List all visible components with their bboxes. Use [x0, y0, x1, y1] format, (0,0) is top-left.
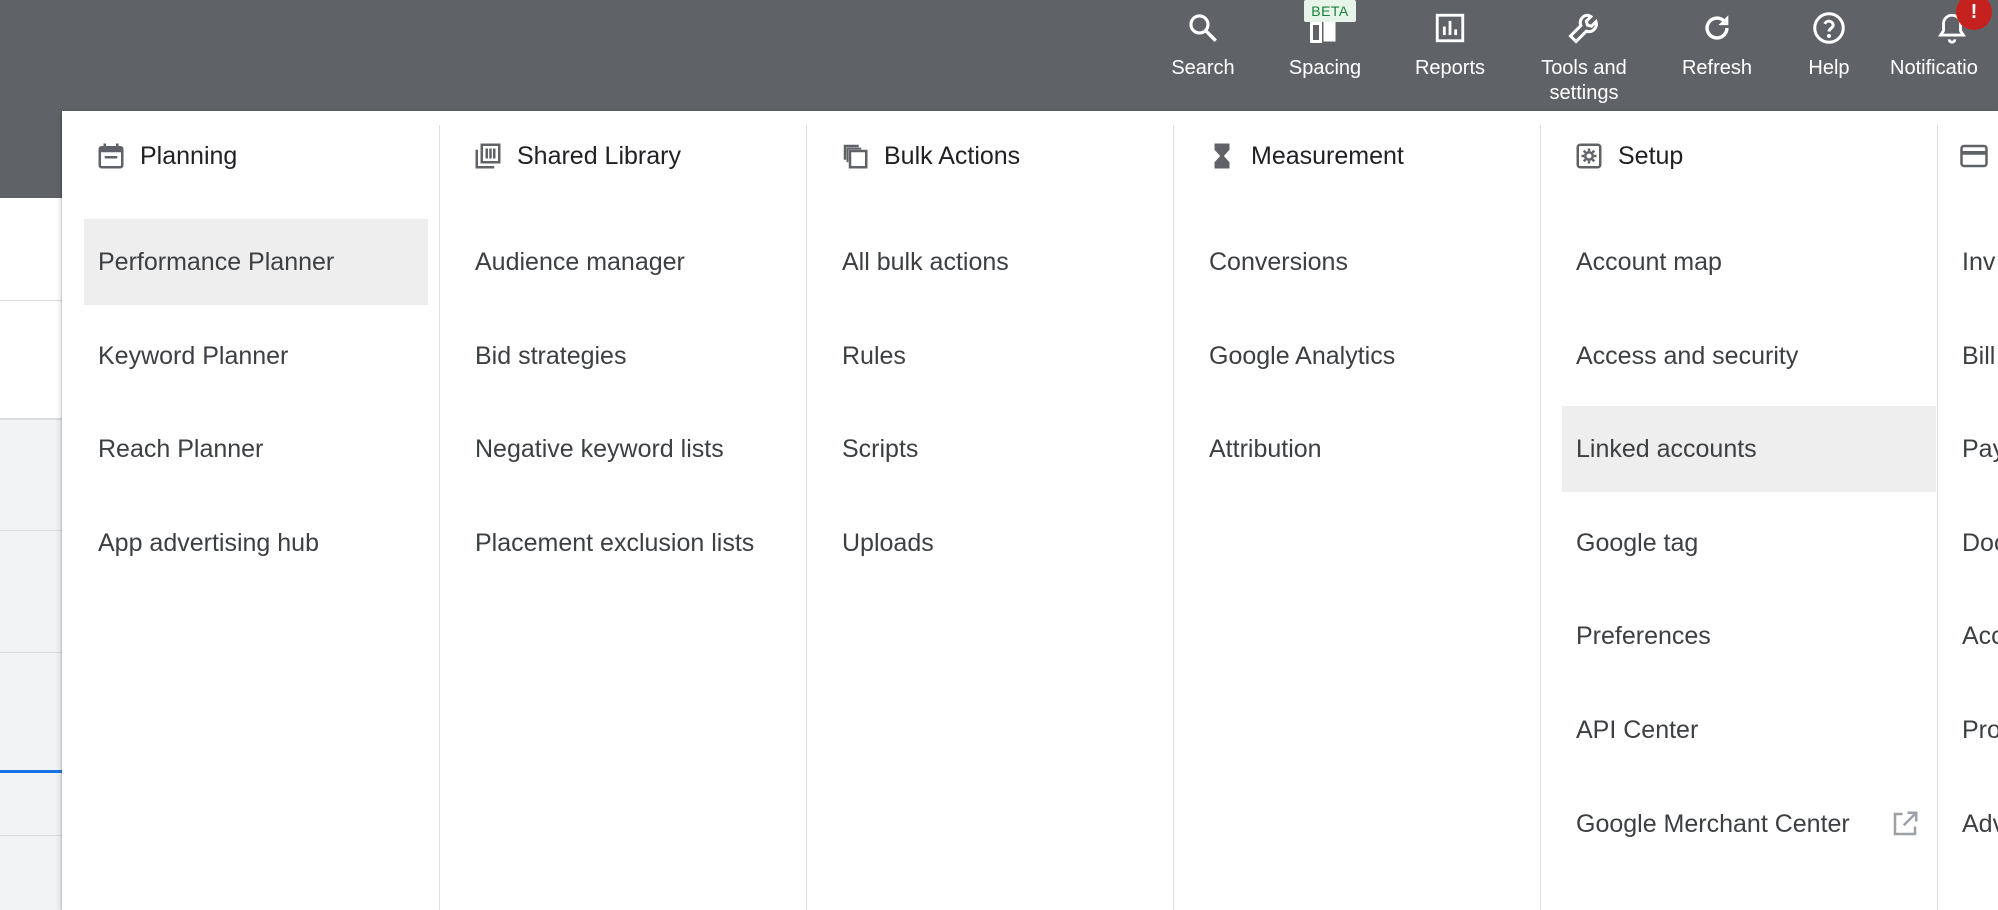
menu-item-all-bulk-actions[interactable]: All bulk actions [828, 219, 1164, 305]
menu-item-uploads[interactable]: Uploads [828, 500, 1164, 586]
column-header: Planning [62, 125, 439, 187]
column-header: Shared Library [439, 125, 806, 187]
column-title: Setup [1618, 141, 1684, 170]
hourglass-icon [1207, 141, 1237, 171]
column-title: Bulk Actions [884, 141, 1021, 170]
menu-item-billing-2[interactable]: Pay [1937, 406, 1998, 492]
menu-item-google-analytics[interactable]: Google Analytics [1195, 313, 1531, 399]
calendar-icon [96, 141, 126, 171]
menu-column-shared-library: Shared Library Audience manager Bid stra… [439, 125, 807, 910]
refresh-button[interactable]: Refresh [1676, 0, 1758, 111]
menu-column-billing: Inv Bill Pay Doc Acc Pro Adv [1937, 125, 1998, 910]
column-header: Measurement [1173, 125, 1540, 187]
search-icon [1185, 10, 1221, 46]
column-title: Shared Library [517, 141, 681, 170]
menu-column-measurement: Measurement Conversions Google Analytics… [1173, 125, 1541, 910]
refresh-icon [1699, 10, 1735, 46]
search-button[interactable]: Search [1160, 0, 1246, 111]
menu-item-negative-keyword-lists[interactable]: Negative keyword lists [461, 406, 797, 492]
menu-item-preferences[interactable]: Preferences [1562, 593, 1936, 679]
beta-badge: BETA [1304, 0, 1356, 22]
menu-item-billing-5[interactable]: Pro [1937, 687, 1998, 773]
menu-item-scripts[interactable]: Scripts [828, 406, 1164, 492]
background-row-divider [0, 835, 62, 836]
gear-icon [1574, 141, 1604, 171]
menu-item-account-map[interactable]: Account map [1562, 219, 1936, 305]
background-selection-line [0, 770, 62, 773]
notifications-label: Notificatio [1890, 57, 1978, 79]
tools-and-settings-button[interactable]: Tools and settings [1530, 0, 1638, 111]
bar-chart-icon [1432, 10, 1468, 46]
reports-label: Reports [1414, 57, 1486, 79]
menu-item-billing-0[interactable]: Inv [1937, 219, 1998, 305]
copy-icon [840, 141, 870, 171]
menu-item-conversions[interactable]: Conversions [1195, 219, 1531, 305]
menu-column-planning: Planning Performance Planner Keyword Pla… [62, 125, 440, 910]
menu-item-attribution[interactable]: Attribution [1195, 406, 1531, 492]
background-table-fragment [0, 420, 62, 910]
tools-menu-panel: Planning Performance Planner Keyword Pla… [62, 111, 1998, 910]
menu-item-reach-planner[interactable]: Reach Planner [84, 406, 428, 492]
tools-and-settings-label: Tools and settings [1541, 57, 1627, 104]
help-button[interactable]: Help [1796, 0, 1862, 111]
menu-item-api-center[interactable]: API Center [1562, 687, 1936, 773]
credit-card-icon [1959, 141, 1989, 171]
background-header-fragment [0, 111, 62, 198]
reports-button[interactable]: Reports [1406, 0, 1494, 111]
menu-item-app-advertising-hub[interactable]: App advertising hub [84, 500, 428, 586]
menu-item-google-tag[interactable]: Google tag [1562, 500, 1936, 586]
menu-item-linked-accounts[interactable]: Linked accounts [1562, 406, 1936, 492]
menu-item-billing-6[interactable]: Adv [1937, 781, 1998, 867]
menu-item-billing-3[interactable]: Doc [1937, 500, 1998, 586]
menu-item-billing-4[interactable]: Acc [1937, 593, 1998, 679]
menu-item-billing-1[interactable]: Bill [1937, 313, 1998, 399]
menu-item-bid-strategies[interactable]: Bid strategies [461, 313, 797, 399]
menu-item-placement-exclusion-lists[interactable]: Placement exclusion lists [461, 500, 797, 586]
background-row-divider [0, 652, 62, 653]
background-row-divider [0, 530, 62, 531]
menu-item-rules[interactable]: Rules [828, 313, 1164, 399]
menu-item-performance-planner[interactable]: Performance Planner [84, 219, 428, 305]
menu-item-google-merchant-center[interactable]: Google Merchant Center [1562, 781, 1936, 867]
menu-item-audience-manager[interactable]: Audience manager [461, 219, 797, 305]
open-in-new-icon [1890, 809, 1920, 846]
column-header: Bulk Actions [806, 125, 1173, 187]
column-header [1937, 125, 1998, 187]
menu-item-access-and-security[interactable]: Access and security [1562, 313, 1936, 399]
top-app-bar: Search Spacing BETA Reports Tools and se… [0, 0, 1998, 111]
menu-item-keyword-planner[interactable]: Keyword Planner [84, 313, 428, 399]
menu-column-setup: Setup Account map Access and security Li… [1540, 125, 1938, 910]
refresh-label: Refresh [1681, 57, 1753, 79]
background-divider [0, 300, 62, 301]
menu-column-bulk-actions: Bulk Actions All bulk actions Rules Scri… [806, 125, 1174, 910]
help-icon [1811, 10, 1847, 46]
library-icon [473, 141, 503, 171]
column-header: Setup [1540, 125, 1937, 187]
column-title: Measurement [1251, 141, 1404, 170]
background-panel-fragment [0, 198, 62, 420]
spacing-label: Spacing [1288, 57, 1362, 79]
help-label: Help [1808, 57, 1850, 79]
search-label: Search [1171, 57, 1235, 79]
wrench-icon [1566, 10, 1602, 46]
column-title: Planning [140, 141, 238, 170]
